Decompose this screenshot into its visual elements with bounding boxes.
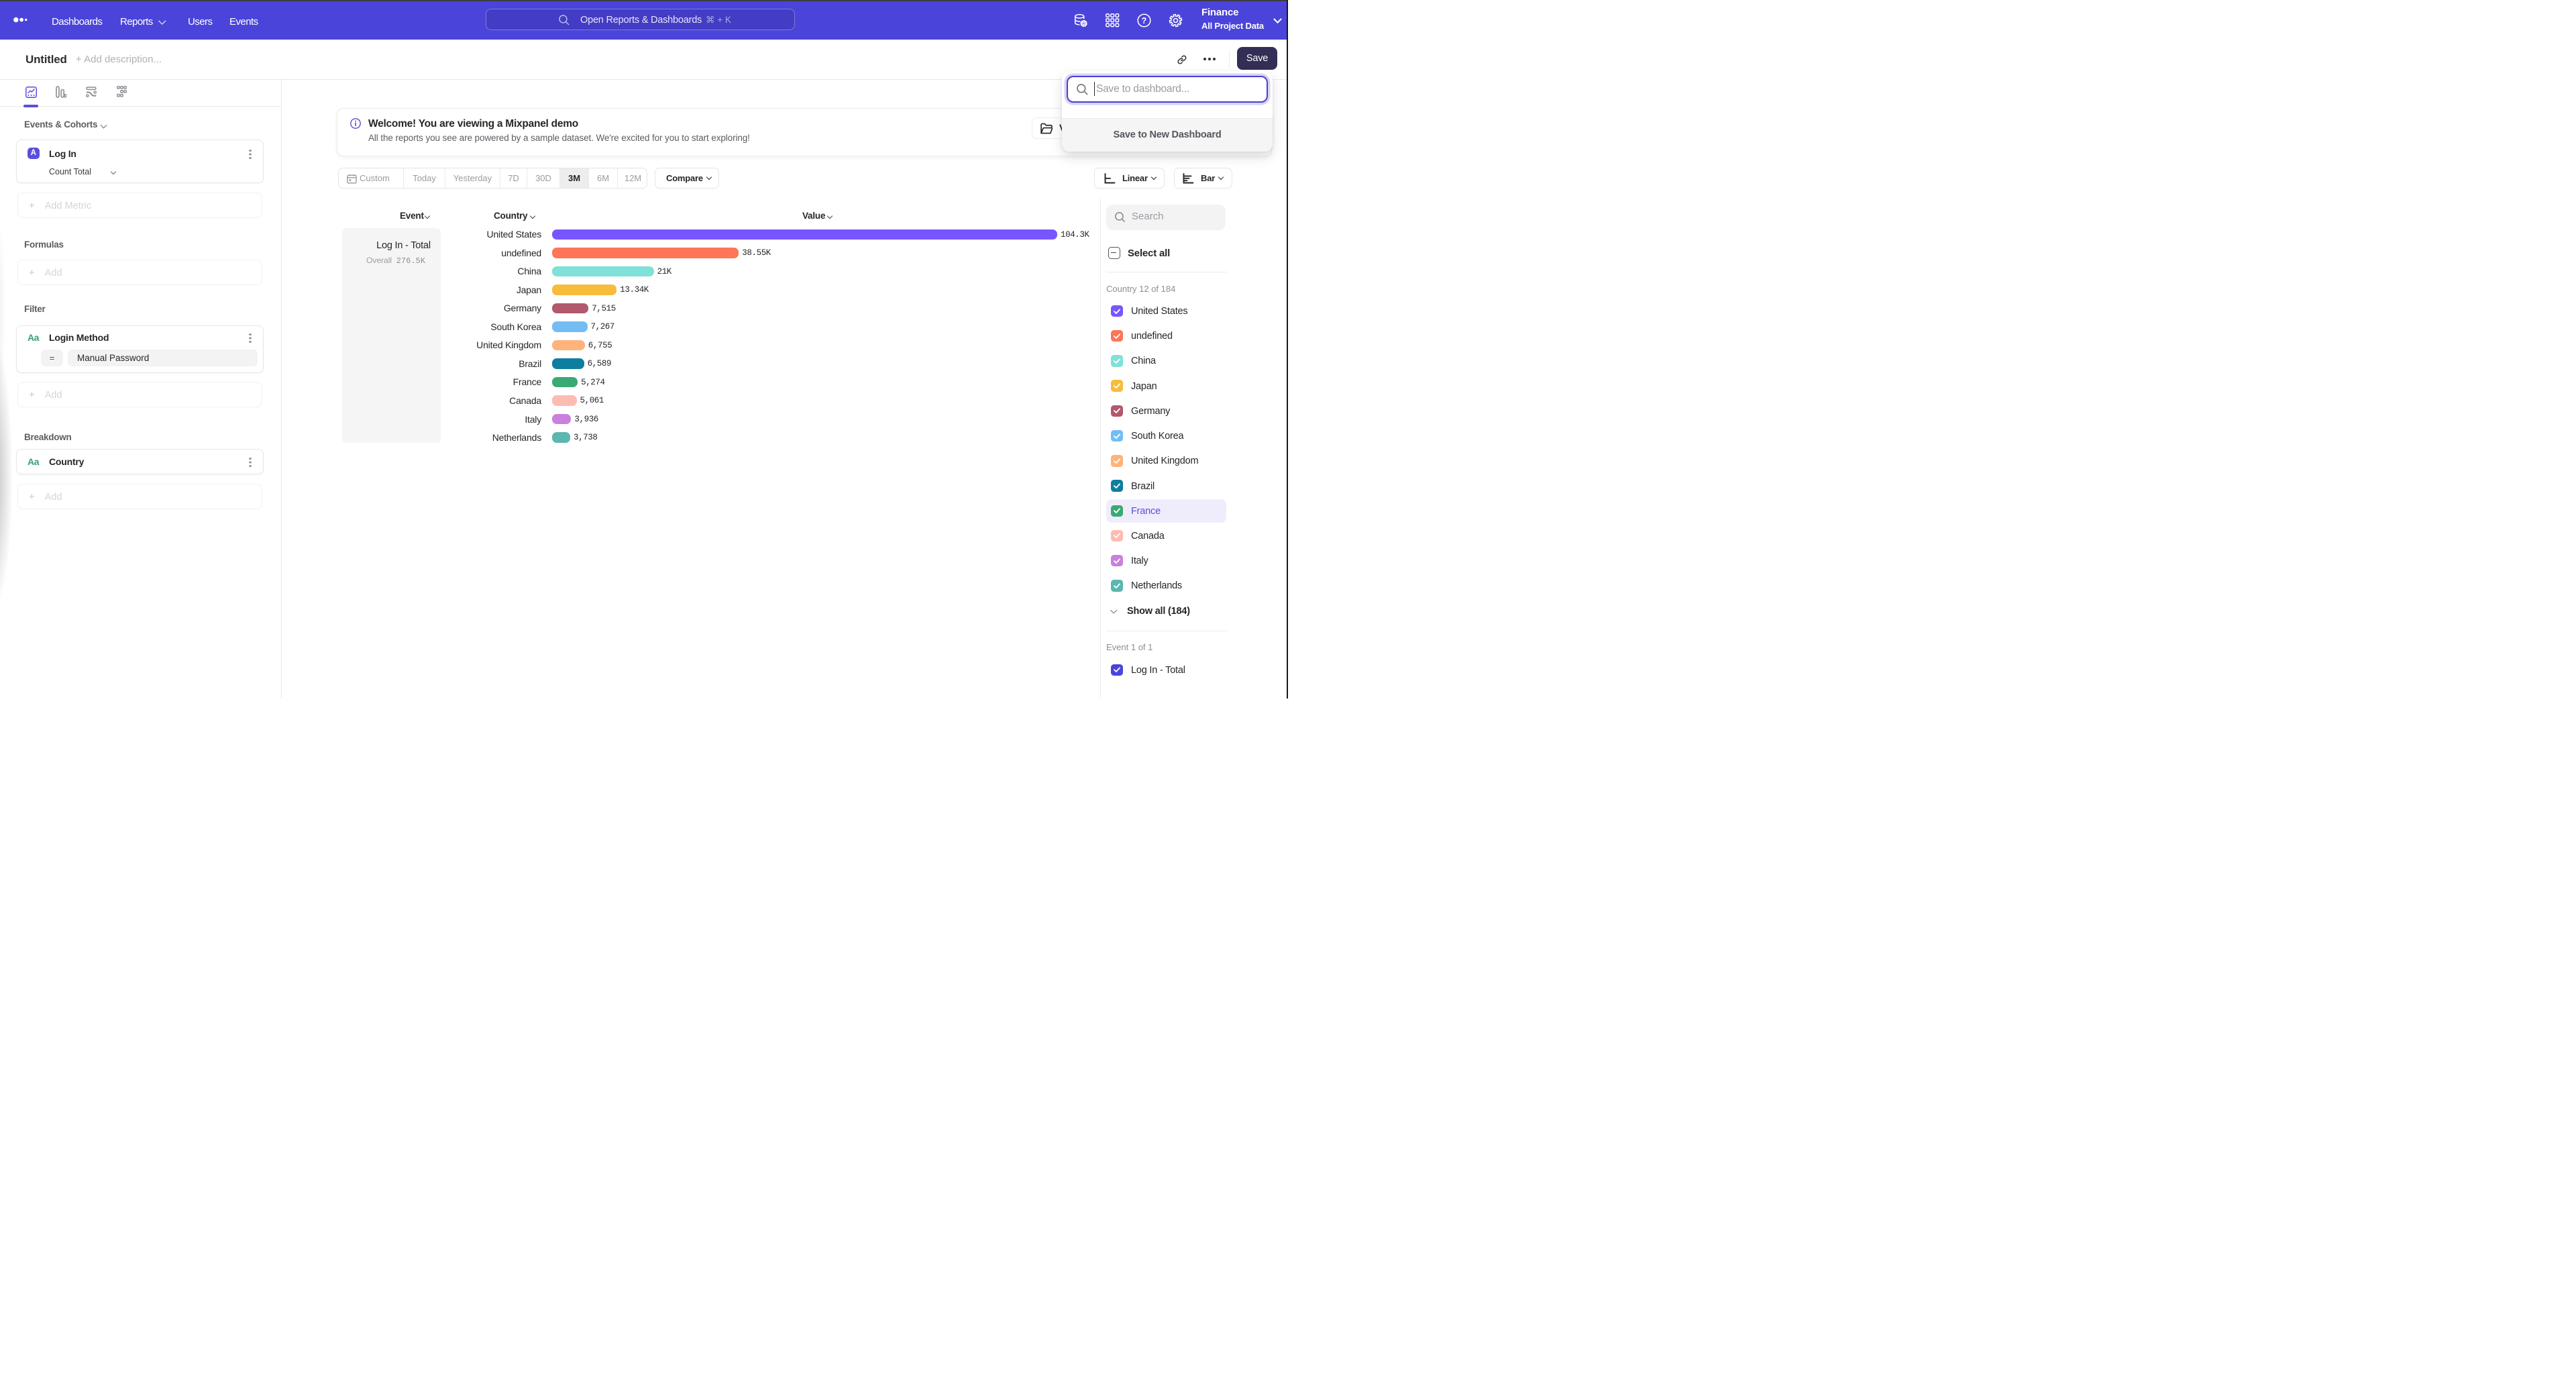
svg-text:?: ? bbox=[1142, 16, 1147, 25]
